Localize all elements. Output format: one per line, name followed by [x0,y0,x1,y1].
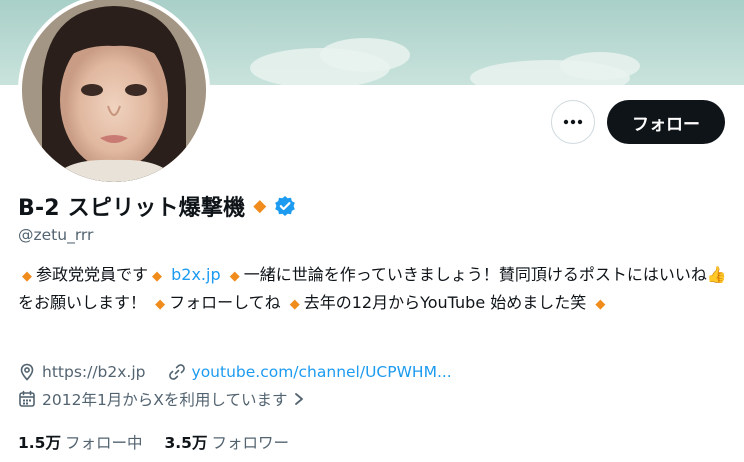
profile-bio: ◆ 参政党党員です ◆ b2x.jp ◆ 一緒に世論を作っていきましょう！賛同頂けるポ… [18,262,730,318]
follow-stats: 1.5万 フォロー中 3.5万 フォロワー [18,430,289,454]
followers-link[interactable]: 3.5万 フォロワー [164,431,288,453]
location-text: https://b2x.jp [42,363,146,381]
join-date-row[interactable]: 2012年1月からXを利用しています [18,387,305,411]
diamond-icon: ◆ [155,297,166,312]
bio-text-1: 参政党党員です [36,265,149,284]
profile-meta-row: https://b2x.jp youtube.com/channel/UCPWH… [18,360,452,384]
chevron-right-icon [295,393,304,405]
follow-button[interactable]: フォロー [607,100,725,144]
website-link[interactable]: youtube.com/channel/UCPWHM... [192,363,452,381]
join-date-text: 2012年1月からXを利用しています [42,391,288,409]
diamond-icon: ◆ [289,297,300,312]
location-icon [20,363,34,381]
followers-label: フォロワー [211,434,289,452]
profile-avatar[interactable] [22,0,206,182]
more-options-button[interactable] [551,100,595,144]
diamond-icon: ◆ [22,269,32,284]
username-handle: @zetu_rrr [18,226,94,244]
following-label: フォロー中 [64,434,143,452]
link-icon [168,364,185,380]
followers-count: 3.5万 [164,434,208,452]
calendar-icon [19,390,35,407]
display-name: B-2 スピリット爆撃機 [18,196,246,221]
bio-text-4: 去年の12月からYouTube 始めました笑 [303,293,587,312]
bio-link[interactable]: b2x.jp [171,265,221,284]
orange-diamond-icon: ◆ [253,195,267,216]
follow-button-label: フォロー [632,114,700,135]
diamond-icon: ◆ [229,269,240,284]
diamond-icon: ◆ [595,297,606,312]
following-count: 1.5万 [18,434,61,452]
verified-badge-icon[interactable] [274,195,296,217]
profile-name-row: B-2 スピリット爆撃機 ◆ [18,189,296,223]
bio-text-3: フォローしてね [169,293,281,312]
more-icon [563,119,583,125]
following-link[interactable]: 1.5万 フォロー中 [18,431,142,453]
diamond-icon: ◆ [152,269,163,284]
